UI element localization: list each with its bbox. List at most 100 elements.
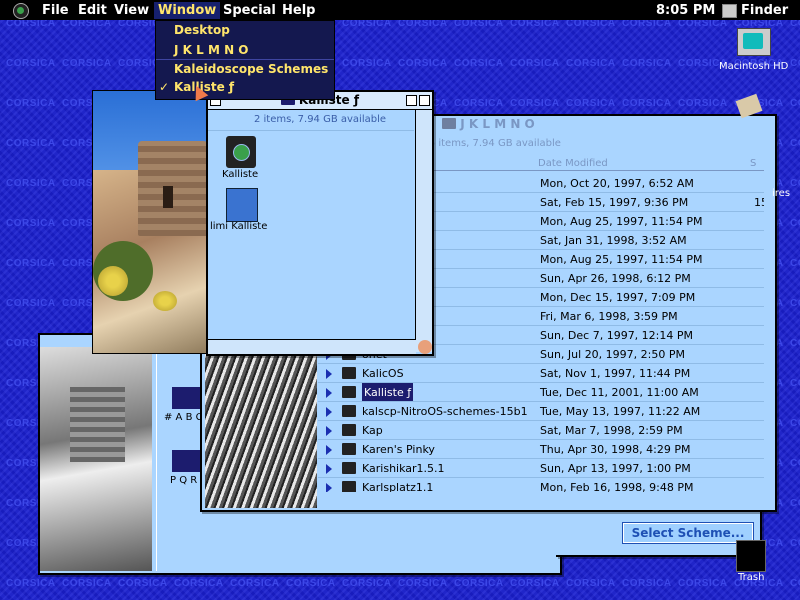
row-name: Kalliste ƒ xyxy=(362,383,414,402)
apple-menu-icon[interactable] xyxy=(13,3,29,19)
zoom-box-icon[interactable] xyxy=(406,95,417,106)
kalliste-logo-icon xyxy=(233,144,250,161)
application-menu[interactable]: Finder xyxy=(741,2,788,19)
kalliste-app-label[interactable]: Kalliste xyxy=(222,169,258,180)
watermark-text: CORSICA xyxy=(6,578,56,589)
watermark-text: CORSICA xyxy=(230,578,280,589)
resize-grip-icon[interactable] xyxy=(418,340,432,354)
row-date: Sat, Jan 31, 1998, 3:52 AM xyxy=(540,234,687,247)
trash-label[interactable]: Trash xyxy=(738,572,764,583)
vertical-scrollbar[interactable] xyxy=(415,110,432,352)
watermark-text: CORSICA xyxy=(790,298,800,309)
photo-door xyxy=(163,186,173,208)
menubar-clock[interactable]: 8:05 PM xyxy=(656,2,715,19)
watermark-text: CORSICA xyxy=(790,58,800,69)
kalliste-window[interactable]: Kalliste ƒ 2 items, 7.94 GB available Ka… xyxy=(206,90,434,356)
watermark-text: CORSICA xyxy=(790,498,800,509)
row-name: Kap xyxy=(362,424,383,437)
row-date: Mon, Aug 25, 1997, 11:54 PM xyxy=(540,253,703,266)
watermark-text: CORSICA xyxy=(622,58,672,69)
watermark-text: CORSICA xyxy=(6,138,56,149)
list-row[interactable]: Kalliste ƒ Tue, Dec 11, 2001, 11:00 AM xyxy=(318,383,764,402)
disclosure-triangle-icon[interactable] xyxy=(326,369,332,379)
macintosh-hd-icon[interactable] xyxy=(737,28,771,56)
watermark-text: CORSICA xyxy=(454,98,504,109)
row-date: Sun, Dec 7, 1997, 12:14 PM xyxy=(540,329,694,342)
photo-flowers xyxy=(153,291,177,311)
window-menu-desktop[interactable]: Desktop xyxy=(156,21,352,39)
row-date: Fri, Mar 6, 1998, 3:59 PM xyxy=(540,310,678,323)
window-menu-kaleidoscope[interactable]: Kaleidoscope Schemes xyxy=(156,60,352,78)
watermark-text: CORSICA xyxy=(790,578,800,589)
macintosh-hd-label[interactable]: Macintosh HD xyxy=(719,61,788,72)
watermark-text: CORSICA xyxy=(286,578,336,589)
menu-help[interactable]: Help xyxy=(282,2,315,19)
limi-kalliste-icon[interactable] xyxy=(226,188,258,222)
watermark-text: CORSICA xyxy=(342,578,392,589)
disclosure-triangle-icon[interactable] xyxy=(326,464,332,474)
folder-icon xyxy=(342,424,356,436)
disclosure-triangle-icon[interactable] xyxy=(326,407,332,417)
watermark-text: CORSICA xyxy=(790,218,800,229)
folder-label-abc[interactable]: # A B C xyxy=(164,412,203,423)
column-size[interactable]: S xyxy=(750,158,756,169)
menu-file[interactable]: File xyxy=(42,2,69,19)
row-date: Mon, Feb 16, 1998, 9:48 PM xyxy=(540,481,694,492)
horizontal-scrollbar[interactable] xyxy=(208,339,416,354)
row-date: Sun, Apr 13, 1997, 1:00 PM xyxy=(540,462,691,475)
row-date: Sun, Apr 26, 1998, 6:12 PM xyxy=(540,272,691,285)
watermark-text: CORSICA xyxy=(566,58,616,69)
watermark-text: CORSICA xyxy=(6,98,56,109)
watermark-text: CORSICA xyxy=(398,58,448,69)
kalliste-info: 2 items, 7.94 GB available xyxy=(253,114,387,125)
watermark-text: CORSICA xyxy=(678,98,728,109)
limi-kalliste-label[interactable]: limi Kalliste xyxy=(210,221,267,232)
watermark-text: CORSICA xyxy=(566,98,616,109)
list-row[interactable]: kalscp-NitroOS-schemes-15b1 Tue, May 13, … xyxy=(318,402,764,421)
collapse-box-icon[interactable] xyxy=(419,95,430,106)
desktop-partial-label[interactable]: ires xyxy=(772,188,790,199)
watermark-text: CORSICA xyxy=(790,378,800,389)
menu-view[interactable]: View xyxy=(114,2,149,19)
disclosure-triangle-icon[interactable] xyxy=(326,426,332,436)
watermark-text: CORSICA xyxy=(454,578,504,589)
trash-icon[interactable] xyxy=(736,540,766,572)
photo-flowers xyxy=(98,266,128,296)
menu-edit[interactable]: Edit xyxy=(78,2,107,19)
disclosure-triangle-icon[interactable] xyxy=(326,445,332,455)
list-row[interactable]: KalicOS Sat, Nov 1, 1997, 11:44 PM xyxy=(318,364,764,383)
list-row[interactable]: Karlsplatz1.1 Mon, Feb 16, 1998, 9:48 PM xyxy=(318,478,764,492)
watermark-text: CORSICA xyxy=(6,178,56,189)
disclosure-triangle-icon[interactable] xyxy=(326,483,332,492)
disclosure-triangle-icon[interactable] xyxy=(326,388,332,398)
kalliste-app-icon[interactable] xyxy=(226,136,256,168)
menu-window[interactable]: Window xyxy=(154,2,221,19)
window-menu-dropdown[interactable]: Desktop J K L M N O Kaleidoscope Schemes… xyxy=(155,20,335,100)
watermark-text: CORSICA xyxy=(398,578,448,589)
row-name: Karen's Pinky xyxy=(362,443,435,456)
row-date: Tue, Dec 11, 2001, 11:00 AM xyxy=(540,386,699,399)
watermark-text: CORSICA xyxy=(454,58,504,69)
column-date-modified[interactable]: Date Modified xyxy=(538,158,608,169)
select-scheme-button[interactable]: Select Scheme... xyxy=(622,522,754,544)
list-row[interactable]: Kap Sat, Mar 7, 1998, 2:59 PM xyxy=(318,421,764,440)
row-name: Karishikar1.5.1 xyxy=(362,462,445,475)
watermark-text: CORSICA xyxy=(510,578,560,589)
list-row[interactable]: Karen's Pinky Thu, Apr 30, 1998, 4:29 PM xyxy=(318,440,764,459)
checkmark-icon: ✓ xyxy=(159,80,170,94)
jklmno-title: J K L M N O xyxy=(460,117,535,131)
row-date: Sun, Jul 20, 1997, 2:50 PM xyxy=(540,348,685,361)
watermark-text: CORSICA xyxy=(6,218,56,229)
menu-special[interactable]: Special xyxy=(223,2,276,19)
watermark-text: CORSICA xyxy=(790,458,800,469)
list-row[interactable]: Karishikar1.5.1 Sun, Apr 13, 1997, 1:00 P… xyxy=(318,459,764,478)
watermark-text: CORSICA xyxy=(622,578,672,589)
row-size: 152 xyxy=(754,196,764,209)
color-photo xyxy=(92,90,212,354)
window-menu-jklmno[interactable]: J K L M N O xyxy=(156,41,352,59)
folder-icon xyxy=(342,405,356,417)
folder-icon xyxy=(342,462,356,474)
row-date: Mon, Dec 15, 1997, 7:09 PM xyxy=(540,291,696,304)
window-menu-kalliste[interactable]: ✓ Kalliste ƒ xyxy=(156,78,352,96)
folder-icon xyxy=(342,443,356,455)
